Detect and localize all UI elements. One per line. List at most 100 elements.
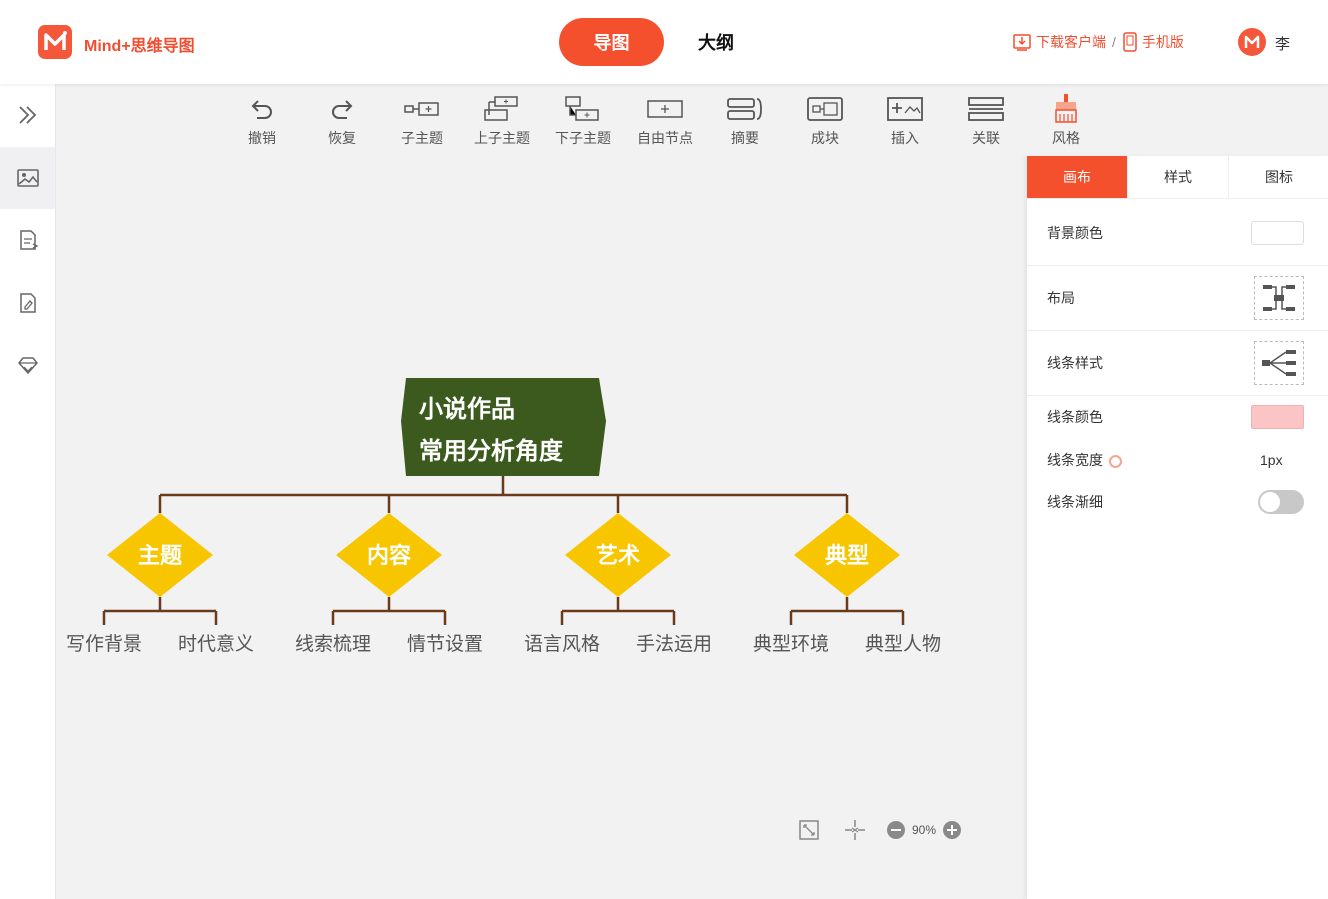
leaf-node[interactable]: 典型环境 [739,629,843,656]
style-brush-icon [1055,94,1077,123]
topic-node[interactable]: 艺术 [565,538,671,570]
undo-icon [251,100,272,119]
bg-color-label: 背景颜色 [1047,225,1103,241]
leaf-node[interactable]: 典型人物 [851,629,955,656]
sidebar-item-file[interactable] [0,272,55,334]
line-width-value[interactable]: 1px [1260,452,1283,468]
lower-subtopic-label: 下子主题 [555,130,611,146]
root-line-1: 小说作品 [419,394,515,423]
line-color-label: 线条颜色 [1047,409,1103,425]
topic-node[interactable]: 主题 [107,538,213,570]
layout-tree-icon [1263,285,1295,311]
line-width-row: 线条宽度 1px [1027,446,1328,474]
tab-canvas[interactable]: 画布 [1027,156,1128,198]
top-header: Mind+思维导图 导图 大纲 下载客户端 / 手机版 李 [0,0,1328,84]
relation-button[interactable]: 关联 [946,92,1026,152]
insert-label: 插入 [891,130,919,146]
user-name[interactable]: 李 [1275,33,1290,54]
relation-label: 关联 [972,130,1000,146]
tab-mindmap[interactable]: 导图 [559,18,664,66]
block-label: 成块 [811,130,839,146]
center-focus-icon[interactable] [844,819,866,841]
zoom-in-icon[interactable] [942,820,962,840]
lower-subtopic-button[interactable]: 下子主题 [543,92,623,152]
upper-subtopic-button[interactable]: 上子主题 [462,92,542,152]
fullscreen-icon[interactable] [798,819,820,841]
line-color-row: 线条颜色 [1027,401,1328,433]
layout-row: 布局 [1027,275,1328,321]
panel-tabs: 画布 样式 图标 [1027,156,1328,199]
child-topic-label: 子主题 [401,130,443,146]
root-node[interactable]: 小说作品 常用分析角度 [419,388,563,472]
line-width-label: 线条宽度 [1047,450,1122,470]
brand-name: Mind+思维导图 [84,38,195,55]
leaf-node[interactable]: 写作背景 [52,629,156,656]
tab-style[interactable]: 样式 [1128,156,1229,198]
leaf-node[interactable]: 情节设置 [393,629,497,656]
toolbar: 撤销 恢复 子主题 上子主题 下子主题 自由节点 摘要 成块 插入 关联 风格 [56,84,1328,156]
root-line-2: 常用分析角度 [419,436,563,465]
block-button[interactable]: 成块 [785,92,865,152]
sidebar-item-premium[interactable] [0,334,55,396]
relation-icon [968,97,1004,121]
line-color-swatch[interactable] [1251,405,1304,429]
zoom-out-icon[interactable] [886,820,906,840]
download-links: 下载客户端 / 手机版 [1012,32,1184,52]
undo-label: 撤销 [248,130,276,146]
summary-label: 摘要 [731,130,759,146]
diamond-icon [17,357,38,375]
redo-icon [332,100,353,119]
tab-outline[interactable]: 大纲 [684,18,748,66]
line-style-row: 线条样式 [1027,340,1328,386]
mobile-version-link[interactable]: 手机版 [1142,32,1184,52]
bg-color-row: 背景颜色 [1027,217,1328,249]
redo-button[interactable]: 恢复 [302,92,382,152]
download-client-link[interactable]: 下载客户端 [1036,32,1106,52]
summary-button[interactable]: 摘要 [705,92,785,152]
line-taper-toggle[interactable] [1258,490,1304,514]
download-icon [1013,34,1031,51]
free-node-button[interactable]: 自由节点 [625,92,705,152]
pdf-export-icon [19,230,38,250]
mindmap-canvas[interactable]: 小说作品 常用分析角度 主题 内容 艺术 典型 写作背景 时代意义 线索梳理 情… [56,156,1026,899]
block-icon [807,97,843,121]
line-width-text: 线条宽度 [1047,452,1103,468]
zoom-controls: 90% [798,816,962,844]
leaf-node[interactable]: 线索梳理 [281,629,385,656]
lower-subtopic-icon [565,96,599,121]
leaf-node[interactable]: 时代意义 [164,629,268,656]
upper-subtopic-icon [484,96,518,121]
tab-icons[interactable]: 图标 [1229,156,1328,198]
free-node-icon [647,100,683,118]
topic-node[interactable]: 内容 [336,538,442,570]
bg-color-swatch[interactable] [1251,221,1304,245]
leaf-node[interactable]: 手法运用 [622,629,726,656]
avatar[interactable] [1238,28,1266,56]
child-topic-icon [404,102,439,116]
file-edit-icon [19,293,36,313]
link-separator: / [1112,34,1116,50]
mindplus-logo-icon[interactable] [38,25,72,59]
line-width-radio[interactable] [1109,454,1122,468]
sidebar-item-image[interactable] [0,147,55,209]
image-icon [16,169,39,187]
layout-selector[interactable] [1254,276,1304,320]
sidebar-item-pdf[interactable] [0,209,55,271]
expand-chevrons-icon [18,106,36,124]
insert-button[interactable]: 插入 [865,92,945,152]
divider [1027,265,1328,266]
leaf-node[interactable]: 语言风格 [510,629,614,656]
undo-button[interactable]: 撤销 [222,92,302,152]
insert-icon [887,97,923,121]
toggle-knob [1260,492,1280,512]
style-button[interactable]: 风格 [1026,92,1106,152]
divider [1027,330,1328,331]
line-style-label: 线条样式 [1047,355,1103,371]
sidebar-item-collapse[interactable] [0,84,55,146]
line-style-selector[interactable] [1254,341,1304,385]
style-label: 风格 [1052,130,1080,146]
topic-node[interactable]: 典型 [794,538,900,570]
left-sidebar [0,84,56,899]
child-topic-button[interactable]: 子主题 [382,92,462,152]
properties-panel: 画布 样式 图标 背景颜色 布局 线条样式 线条颜色 线条宽度 1px 线条渐细 [1026,156,1328,899]
